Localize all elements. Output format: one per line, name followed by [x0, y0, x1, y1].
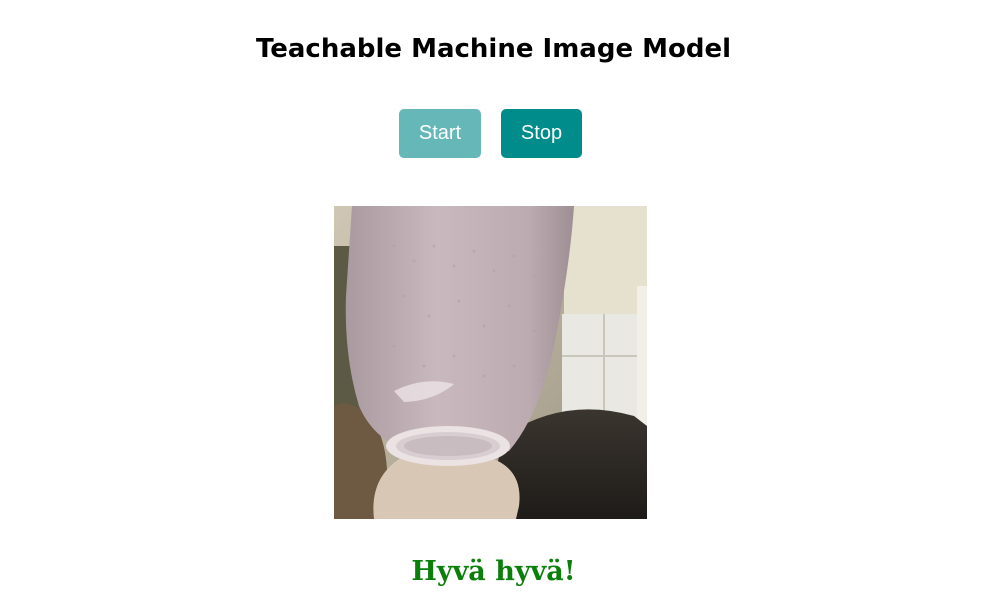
page-title: Teachable Machine Image Model [255, 34, 732, 64]
start-button[interactable]: Start [399, 109, 481, 158]
webcam-frame-image [334, 206, 647, 519]
prediction-label: Hyvä hyvä! [411, 556, 576, 587]
webcam-canvas [334, 206, 647, 519]
stop-button[interactable]: Stop [501, 109, 582, 158]
